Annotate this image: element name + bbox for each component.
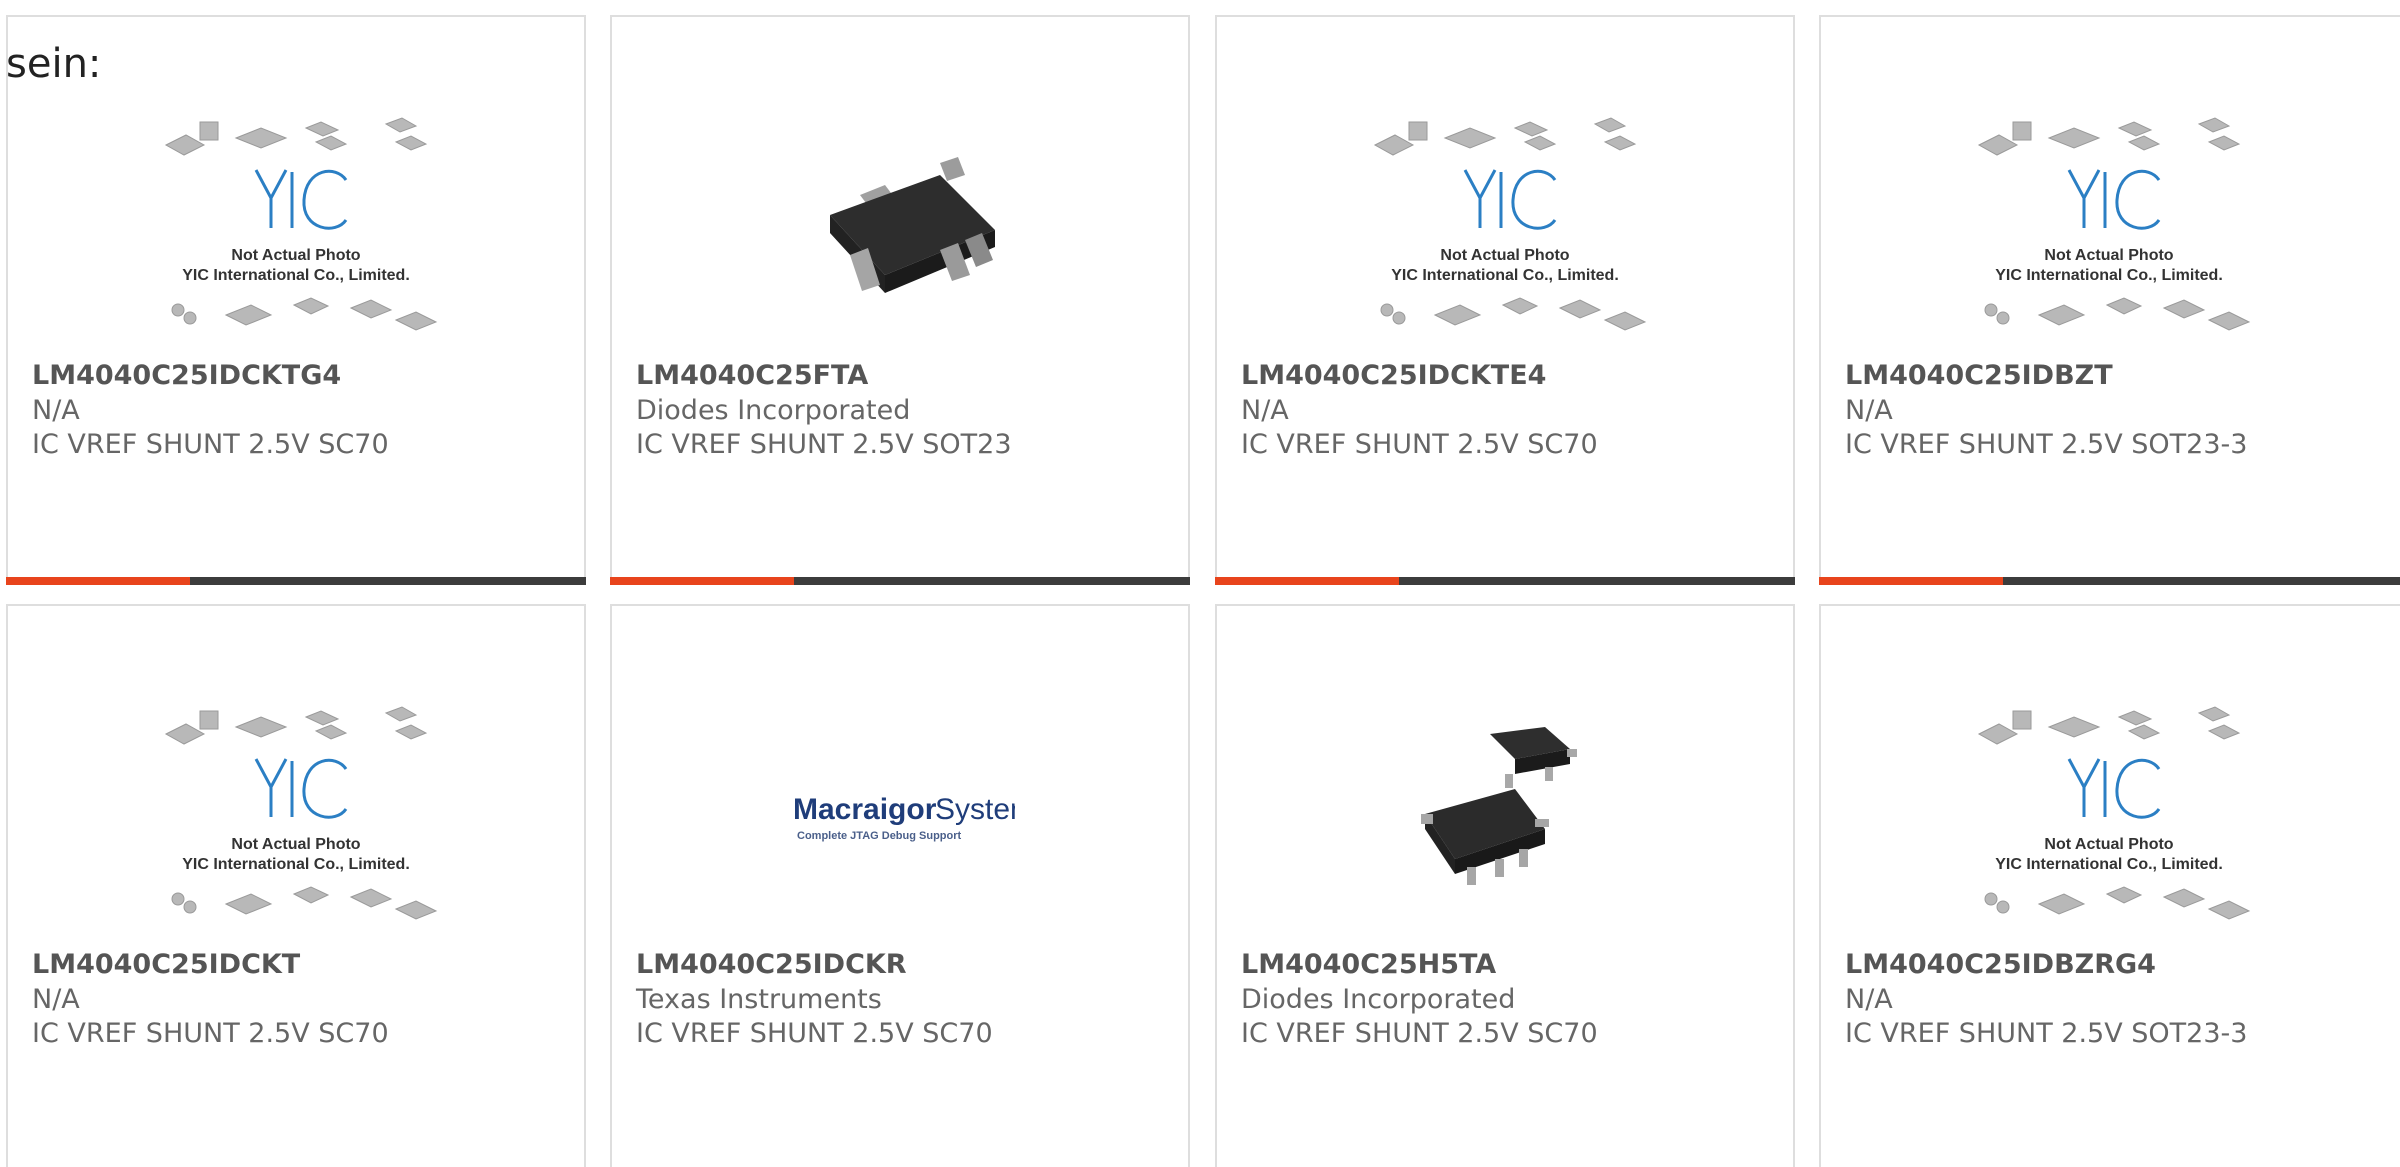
placeholder-photo: Not Actual Photo YIC International Co., …: [1373, 116, 1647, 331]
placeholder-line2: YIC International Co., Limited.: [182, 856, 410, 873]
description-label: IC VREF SHUNT 2.5V SOT23-3: [1845, 429, 2248, 460]
placeholder-line2: YIC International Co., Limited.: [1391, 267, 1619, 284]
description-label: IC VREF SHUNT 2.5V SC70: [636, 1018, 993, 1049]
product-card[interactable]: Not Actual Photo YIC International Co., …: [6, 604, 586, 1167]
product-grid-page: sein: Not Actual Photo YIC International…: [0, 0, 2400, 1167]
sot23-chip-photo: [830, 156, 995, 293]
card-bottom-bar: [6, 577, 586, 585]
description-label: IC VREF SHUNT 2.5V SC70: [1241, 429, 1598, 460]
description-label: IC VREF SHUNT 2.5V SC70: [32, 429, 389, 460]
card-bottom-bar: [1215, 577, 1795, 585]
part-number-link[interactable]: LM4040C25IDCKT: [32, 949, 300, 980]
product-image[interactable]: Not Actual Photo YIC International Co., …: [1821, 686, 2397, 951]
placeholder-line1: Not Actual Photo: [2044, 247, 2173, 264]
part-number-link[interactable]: LM4040C25H5TA: [1241, 949, 1496, 980]
product-card[interactable]: LM4040C25H5TA Diodes Incorporated IC VRE…: [1215, 604, 1795, 1167]
placeholder-line1: Not Actual Photo: [2044, 836, 2173, 853]
part-number-link[interactable]: LM4040C25FTA: [636, 360, 868, 391]
product-image[interactable]: Not Actual Photo YIC International Co., …: [1217, 97, 1793, 362]
placeholder-photo: Not Actual Photo YIC International Co., …: [164, 116, 438, 331]
product-image[interactable]: Not Actual Photo YIC International Co., …: [1821, 97, 2397, 362]
placeholder-line1: Not Actual Photo: [231, 836, 360, 853]
manufacturer-label: N/A: [1241, 395, 1289, 426]
macraigor-brand-a: Macraigor: [793, 793, 937, 826]
product-card[interactable]: Not Actual Photo YIC International Co., …: [1819, 604, 2400, 1167]
card-accent-bar: [1215, 577, 1399, 585]
intro-text: sein:: [6, 41, 102, 87]
manufacturer-label: N/A: [32, 395, 80, 426]
product-card[interactable]: Not Actual Photo YIC International Co., …: [1819, 15, 2400, 585]
macraigor-logo: Macraigor Systems Complete JTAG Debug Su…: [793, 793, 1015, 842]
description-label: IC VREF SHUNT 2.5V SOT23: [636, 429, 1012, 460]
product-image[interactable]: Not Actual Photo YIC International Co., …: [8, 686, 584, 951]
description-label: IC VREF SHUNT 2.5V SC70: [1241, 1018, 1598, 1049]
placeholder-line2: YIC International Co., Limited.: [1995, 267, 2223, 284]
sc70-chip-photo: [1421, 726, 1577, 885]
part-number-link[interactable]: LM4040C25IDCKR: [636, 949, 907, 980]
placeholder-photo: Not Actual Photo YIC International Co., …: [1977, 705, 2251, 920]
description-label: IC VREF SHUNT 2.5V SOT23-3: [1845, 1018, 2248, 1049]
card-bottom-bar: [610, 577, 1190, 585]
part-number-link[interactable]: LM4040C25IDCKTE4: [1241, 360, 1546, 391]
product-card[interactable]: Not Actual Photo YIC International Co., …: [1215, 15, 1795, 585]
product-image[interactable]: Not Actual Photo YIC International Co., …: [8, 97, 584, 362]
manufacturer-label: Diodes Incorporated: [1241, 984, 1516, 1015]
card-accent-bar: [610, 577, 794, 585]
card-accent-bar: [6, 577, 190, 585]
manufacturer-label: Diodes Incorporated: [636, 395, 911, 426]
placeholder-line1: Not Actual Photo: [1440, 247, 1569, 264]
product-image[interactable]: Macraigor Systems Complete JTAG Debug Su…: [612, 686, 1188, 951]
card-bottom-bar: [1819, 577, 2400, 585]
placeholder-photo: Not Actual Photo YIC International Co., …: [1977, 116, 2251, 331]
placeholder-line2: YIC International Co., Limited.: [1995, 856, 2223, 873]
manufacturer-label: N/A: [1845, 984, 1893, 1015]
manufacturer-label: Texas Instruments: [636, 984, 882, 1015]
product-image[interactable]: [1217, 686, 1793, 951]
macraigor-brand-b: Systems: [935, 793, 1015, 826]
placeholder-line1: Not Actual Photo: [231, 247, 360, 264]
manufacturer-label: N/A: [32, 984, 80, 1015]
description-label: IC VREF SHUNT 2.5V SC70: [32, 1018, 389, 1049]
product-card[interactable]: Macraigor Systems Complete JTAG Debug Su…: [610, 604, 1190, 1167]
card-accent-bar: [1819, 577, 2003, 585]
macraigor-tagline: Complete JTAG Debug Support: [797, 830, 962, 842]
manufacturer-label: N/A: [1845, 395, 1893, 426]
part-number-link[interactable]: LM4040C25IDCKTG4: [32, 360, 341, 391]
part-number-link[interactable]: LM4040C25IDBZRG4: [1845, 949, 2156, 980]
product-card[interactable]: LM4040C25FTA Diodes Incorporated IC VREF…: [610, 15, 1190, 585]
product-card[interactable]: Not Actual Photo YIC International Co., …: [6, 15, 586, 585]
placeholder-line2: YIC International Co., Limited.: [182, 267, 410, 284]
product-image[interactable]: [612, 97, 1188, 362]
part-number-link[interactable]: LM4040C25IDBZT: [1845, 360, 2113, 391]
placeholder-photo: Not Actual Photo YIC International Co., …: [164, 705, 438, 920]
